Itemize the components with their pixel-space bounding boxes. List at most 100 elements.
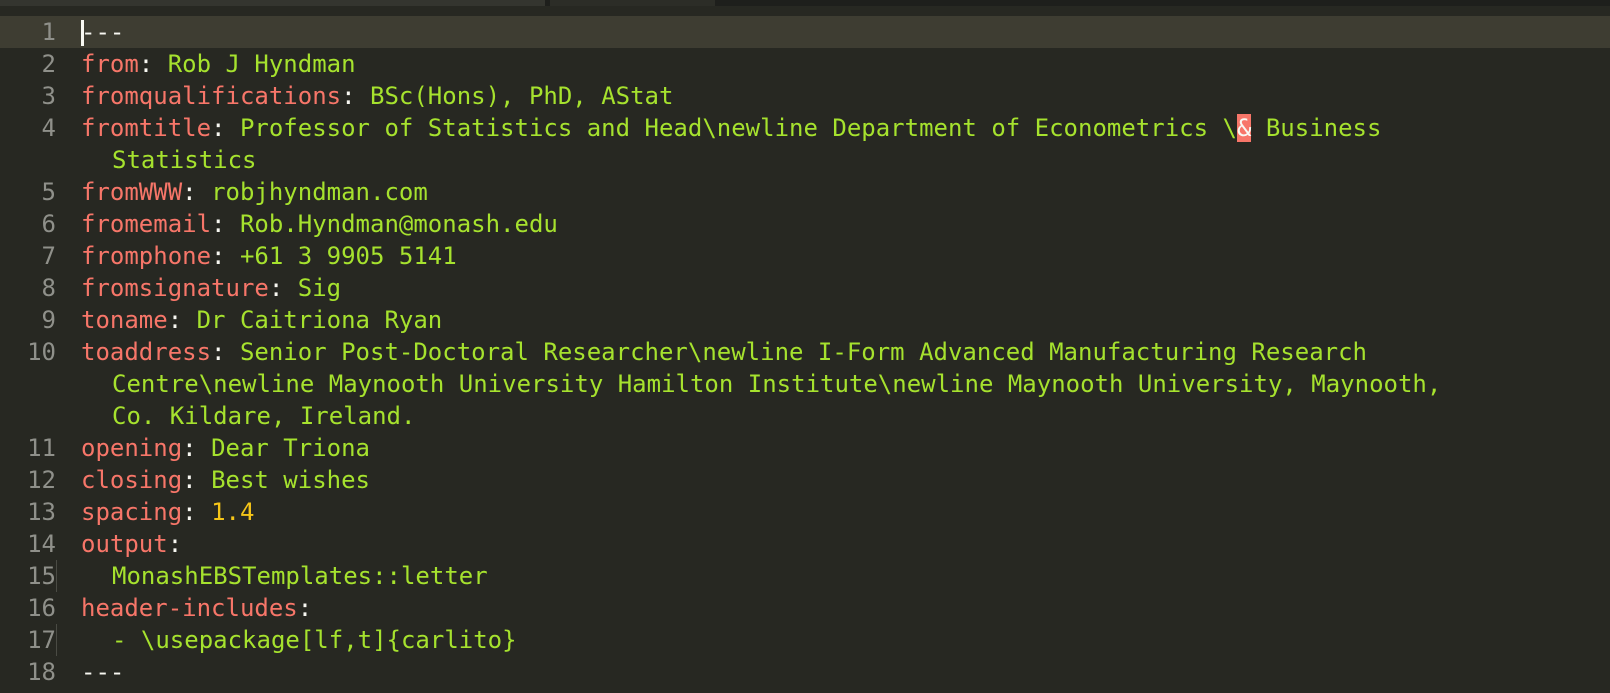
- line-content[interactable]: opening: Dear Triona: [56, 432, 1610, 464]
- line-content[interactable]: fromtitle: Professor of Statistics and H…: [56, 112, 1610, 176]
- yaml-value: Best wishes: [211, 466, 371, 494]
- code-line-16[interactable]: 16 header-includes:: [0, 592, 1610, 624]
- yaml-colon: :: [211, 242, 240, 270]
- line-content[interactable]: spacing: 1.4: [56, 496, 1610, 528]
- yaml-value: +61 3 9905 5141: [239, 242, 457, 270]
- line-number: 18: [27, 658, 56, 686]
- yaml-list-item: - \usepackage[lf,t]{carlito}: [112, 626, 517, 654]
- line-content[interactable]: - \usepackage[lf,t]{carlito}: [56, 624, 1610, 656]
- yaml-key: header-includes: [81, 594, 298, 622]
- yaml-value: Professor of Statistics and Head\newline…: [239, 114, 1237, 142]
- yaml-colon: :: [211, 338, 240, 366]
- code-line-2[interactable]: 2 from: Rob J Hyndman: [0, 48, 1610, 80]
- yaml-value-continued: Business: [1251, 114, 1382, 142]
- code-line-1[interactable]: 1 ---: [0, 16, 1610, 48]
- yaml-value: BSc(Hons), PhD, AStat: [370, 82, 674, 110]
- line-content[interactable]: fromphone: +61 3 9905 5141: [56, 240, 1610, 272]
- yaml-colon: :: [297, 594, 313, 622]
- yaml-key: fromtitle: [81, 114, 212, 142]
- line-content[interactable]: ---: [56, 16, 1610, 48]
- line-content[interactable]: fromWWW: robjhyndman.com: [56, 176, 1610, 208]
- code-line-13[interactable]: 13 spacing: 1.4: [0, 496, 1610, 528]
- yaml-colon: :: [182, 466, 212, 494]
- yaml-colon: :: [211, 210, 240, 238]
- yaml-key: fromqualifications: [81, 82, 342, 110]
- code-editor[interactable]: 1 --- 2 from: Rob J Hyndman 3 fromqualif…: [0, 16, 1610, 693]
- line-number: 17: [27, 626, 56, 654]
- line-content[interactable]: header-includes:: [56, 592, 1610, 624]
- yaml-colon: :: [182, 434, 212, 462]
- code-line-15[interactable]: 15 MonashEBSTemplates::letter: [0, 560, 1610, 592]
- yaml-colon: :: [182, 178, 212, 206]
- yaml-key: spacing: [81, 498, 183, 526]
- code-line-18[interactable]: 18 ---: [0, 656, 1610, 688]
- line-number: 6: [41, 210, 56, 238]
- line-number: 5: [41, 178, 56, 206]
- yaml-colon: :: [268, 274, 298, 302]
- code-line-11[interactable]: 11 opening: Dear Triona: [0, 432, 1610, 464]
- code-line-7[interactable]: 7 fromphone: +61 3 9905 5141: [0, 240, 1610, 272]
- yaml-value: Senior Post-Doctoral Researcher\newline …: [239, 338, 1367, 366]
- code-line-6[interactable]: 6 fromemail: Rob.Hyndman@monash.edu: [0, 208, 1610, 240]
- indent-guide: [56, 624, 57, 656]
- yaml-delimiter: ---: [81, 18, 125, 46]
- yaml-key: closing: [81, 466, 183, 494]
- line-number: 13: [27, 498, 56, 526]
- code-line-8[interactable]: 8 fromsignature: Sig: [0, 272, 1610, 304]
- highlighted-ampersand: &: [1236, 114, 1252, 142]
- tab[interactable]: [550, 0, 715, 6]
- line-content[interactable]: fromsignature: Sig: [56, 272, 1610, 304]
- code-line-3[interactable]: 3 fromqualifications: BSc(Hons), PhD, AS…: [0, 80, 1610, 112]
- line-number: 2: [41, 50, 56, 78]
- line-number: 9: [41, 306, 56, 334]
- tab-bar: [0, 0, 1610, 6]
- line-number: 1: [41, 18, 56, 46]
- yaml-colon: :: [138, 50, 168, 78]
- line-content[interactable]: fromqualifications: BSc(Hons), PhD, ASta…: [56, 80, 1610, 112]
- code-line-17[interactable]: 17 - \usepackage[lf,t]{carlito}: [0, 624, 1610, 656]
- code-line-10[interactable]: 10 toaddress: Senior Post-Doctoral Resea…: [0, 336, 1610, 432]
- line-number: 12: [27, 466, 56, 494]
- line-content[interactable]: output:: [56, 528, 1610, 560]
- line-number: 15: [27, 562, 56, 590]
- yaml-colon: :: [211, 114, 240, 142]
- yaml-value: Dr Caitriona Ryan: [196, 306, 443, 334]
- yaml-value: robjhyndman.com: [211, 178, 428, 206]
- yaml-value: Rob.Hyndman@monash.edu: [239, 210, 558, 238]
- code-line-9[interactable]: 9 toname: Dr Caitriona Ryan: [0, 304, 1610, 336]
- code-line-4[interactable]: 4 fromtitle: Professor of Statistics and…: [0, 112, 1610, 176]
- line-number: 11: [27, 434, 56, 462]
- yaml-delimiter: ---: [81, 658, 125, 686]
- line-content[interactable]: from: Rob J Hyndman: [56, 48, 1610, 80]
- yaml-colon: :: [341, 82, 370, 110]
- line-number: 7: [41, 242, 56, 270]
- code-line-12[interactable]: 12 closing: Best wishes: [0, 464, 1610, 496]
- yaml-number-value: 1.4: [211, 498, 255, 526]
- line-content[interactable]: MonashEBSTemplates::letter: [56, 560, 1610, 592]
- yaml-value: Rob J Hyndman: [167, 50, 356, 78]
- tab[interactable]: [0, 0, 545, 6]
- line-content[interactable]: fromemail: Rob.Hyndman@monash.edu: [56, 208, 1610, 240]
- yaml-key: toname: [81, 306, 168, 334]
- wrapped-line-continuation: Co. Kildare, Ireland.: [112, 402, 416, 430]
- line-number: 4: [41, 114, 56, 142]
- yaml-key: fromWWW: [81, 178, 183, 206]
- code-line-5[interactable]: 5 fromWWW: robjhyndman.com: [0, 176, 1610, 208]
- code-line-14[interactable]: 14 output:: [0, 528, 1610, 560]
- yaml-key: fromphone: [81, 242, 212, 270]
- indent-guide: [56, 560, 57, 592]
- yaml-key: fromsignature: [81, 274, 269, 302]
- yaml-key: toaddress: [81, 338, 212, 366]
- yaml-key: opening: [81, 434, 183, 462]
- yaml-value: MonashEBSTemplates::letter: [112, 562, 488, 590]
- line-content[interactable]: ---: [56, 656, 1610, 688]
- line-content[interactable]: closing: Best wishes: [56, 464, 1610, 496]
- line-number: 14: [27, 530, 56, 558]
- line-content[interactable]: toname: Dr Caitriona Ryan: [56, 304, 1610, 336]
- yaml-colon: :: [167, 530, 183, 558]
- line-number: 3: [41, 82, 56, 110]
- yaml-key: output: [81, 530, 168, 558]
- line-number: 8: [41, 274, 56, 302]
- line-content[interactable]: toaddress: Senior Post-Doctoral Research…: [56, 336, 1610, 432]
- wrapped-line-continuation: Centre\newline Maynooth University Hamil…: [112, 370, 1442, 398]
